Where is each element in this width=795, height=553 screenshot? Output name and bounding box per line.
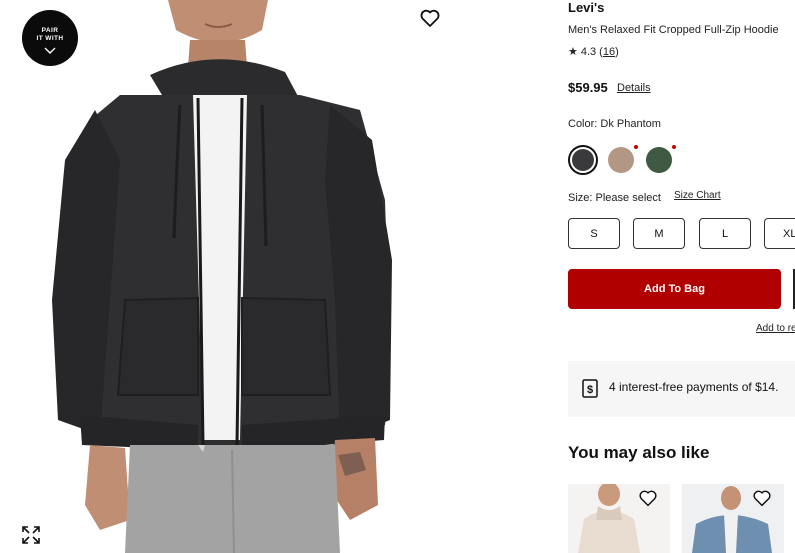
expand-icon[interactable] [21,525,41,545]
rating-value: 4.3 [580,45,597,58]
dollar-card-icon: $ [582,379,598,398]
swatch-fill [608,147,634,173]
size-option-xl[interactable]: XL [764,218,795,249]
heart-outline-icon[interactable] [751,487,773,509]
review-count-wrapper[interactable]: (16) [599,46,619,58]
swatch-fill [646,147,672,173]
recommendations-heading: You may also like [568,443,710,462]
pair-it-with-line2: IT WITH [36,35,64,42]
swatch-indicator-dot [634,145,638,149]
product-image [0,0,550,553]
product-title: Men's Relaxed Fit Cropped Full-Zip Hoodi… [568,24,779,36]
pair-it-with-button[interactable]: PAIR IT WITH [22,10,78,66]
recommendation-card[interactable] [568,484,670,553]
product-photo-illustration [52,0,392,553]
size-chart-link[interactable]: Size Chart [674,190,721,201]
swatch-indicator-dot [672,145,676,149]
heart-outline-icon[interactable] [637,487,659,509]
heart-outline-icon[interactable] [418,6,442,30]
star-icon: ★ [568,46,578,58]
svg-text:$: $ [587,384,593,396]
add-to-bag-button[interactable]: Add To Bag [568,269,781,309]
swatch-tan[interactable] [606,145,636,175]
swatch-dk-phantom[interactable] [568,145,598,175]
size-label: Size: Please select [568,192,661,204]
recommendation-card[interactable] [682,484,784,553]
pair-it-with-line1: PAIR [41,27,59,34]
size-option-l[interactable]: L [699,218,751,249]
add-to-registry-link[interactable]: Add to re [756,323,795,334]
review-count[interactable]: 16 [603,46,615,58]
payment-installments-text: 4 interest-free payments of $14. [609,380,779,394]
size-option-m[interactable]: M [633,218,685,249]
chevron-down-icon [44,47,56,54]
brand-name[interactable]: Levi's [568,0,604,15]
price: $59.95 [568,80,608,95]
color-label: Color: Dk Phantom [568,118,661,130]
swatch-fill [572,149,594,171]
rating-summary[interactable]: ★ 4.3 (16) [568,45,619,59]
details-link[interactable]: Details [617,82,651,94]
size-option-s[interactable]: S [568,218,620,249]
swatch-green[interactable] [644,145,674,175]
